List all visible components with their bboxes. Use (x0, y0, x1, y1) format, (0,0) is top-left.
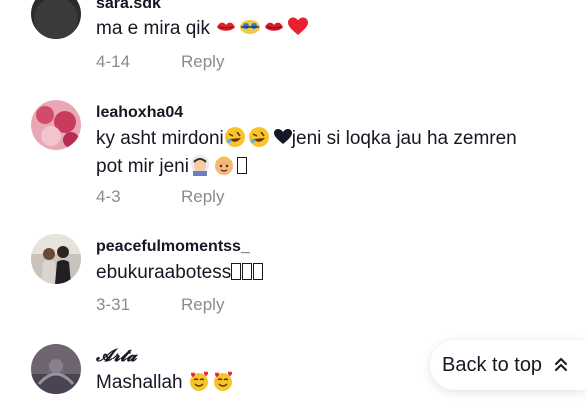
comment-meta: 3-31 Reply (96, 295, 224, 315)
missing-glyph-icon (242, 263, 253, 280)
comment-date: 4-3 (96, 187, 121, 206)
comment-text: ky asht mirdoni jeni si loqka jau ha zemr… (96, 125, 517, 153)
comment-text-content: pot mir jeni (96, 156, 189, 177)
comment-text-content: Mashallah (96, 372, 183, 393)
avatar[interactable] (31, 344, 81, 394)
kiss-lips-icon (215, 16, 237, 38)
comment-meta: 4-14 Reply (96, 52, 224, 72)
back-to-top-button[interactable]: Back to top (430, 340, 586, 390)
comment-username[interactable]: leahoxha04 (96, 104, 183, 122)
person-blond-icon (213, 154, 235, 176)
swirl-eyes-icon (239, 16, 261, 38)
back-to-top-label: Back to top (442, 353, 543, 376)
double-chevron-up-icon (555, 358, 568, 371)
missing-glyph-icon (231, 263, 242, 280)
reply-button[interactable]: Reply (181, 187, 224, 207)
bride-with-veil-icon (189, 154, 211, 176)
comment-text: ma e mira qik (96, 15, 311, 43)
smiling-hearts-icon (188, 370, 210, 392)
smiling-hearts-icon (212, 370, 234, 392)
red-heart-icon (287, 16, 309, 38)
comment-text: pot mir jeni (96, 153, 248, 181)
rolling-laughing-icon (248, 126, 270, 148)
comment-date: 4-14 (96, 52, 131, 71)
rolling-laughing-icon (224, 126, 246, 148)
avatar[interactable] (31, 0, 81, 39)
kiss-lips-icon (263, 16, 285, 38)
missing-glyph-icon (236, 157, 247, 174)
avatar[interactable] (31, 234, 81, 284)
black-heart-icon (272, 126, 292, 148)
comment-meta: 4-3 Reply (96, 187, 224, 207)
comment-date: 3-31 (96, 295, 131, 314)
reply-button[interactable]: Reply (181, 52, 224, 72)
comment-text-content: ma e mira qik (96, 18, 211, 39)
missing-glyph-icon (253, 263, 264, 280)
comment-text: Mashallah (96, 369, 236, 397)
avatar[interactable] (31, 100, 81, 150)
reply-button[interactable]: Reply (181, 295, 224, 315)
comment-username[interactable]: peacefulmomentss_ (96, 238, 250, 256)
comment-username[interactable]: 𝓐𝓻𝓽𝓪 (96, 346, 137, 366)
comment-text: ebukuraabotess (96, 259, 264, 287)
comment-text-content: jeni si loqka jau ha zemren (291, 128, 517, 149)
comment-username[interactable]: sara.sdk (96, 0, 161, 13)
comment-text-content: ebukuraabotess (96, 262, 232, 283)
comment-text-content: ky asht mirdoni (96, 128, 224, 149)
